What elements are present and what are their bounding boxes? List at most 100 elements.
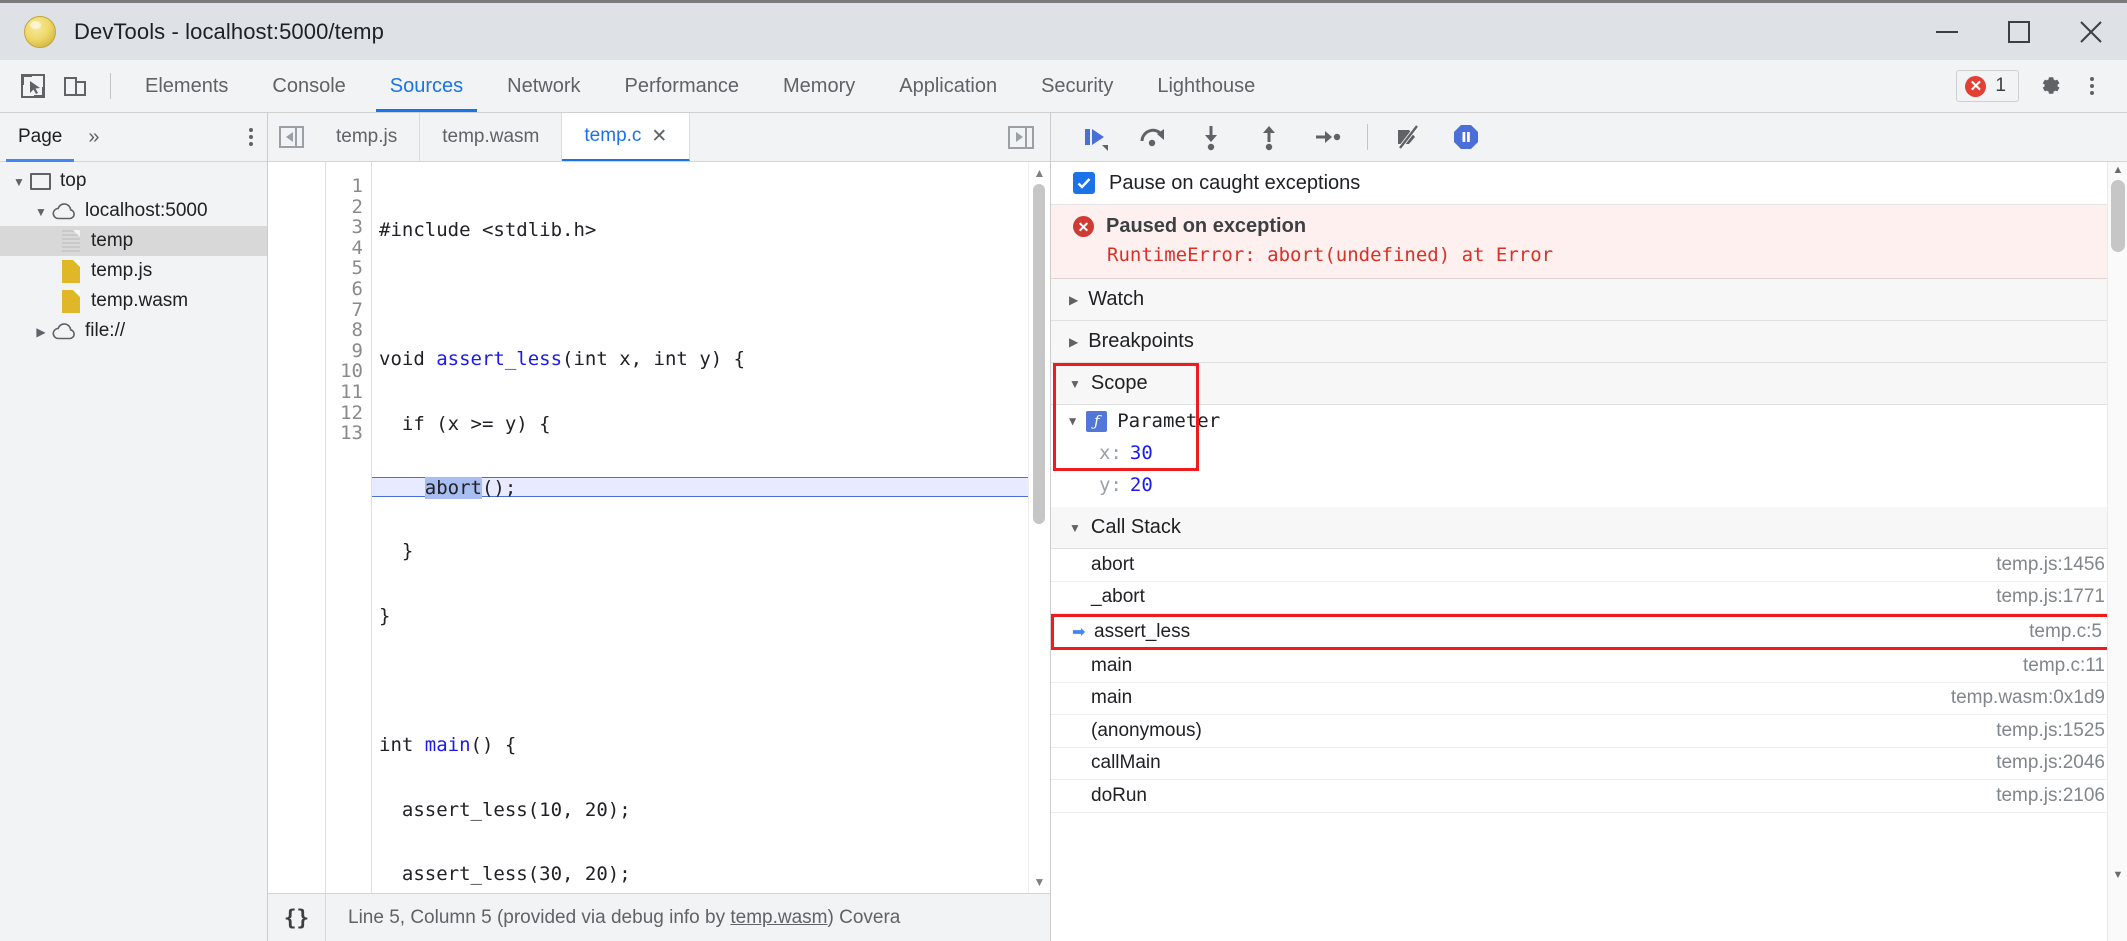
maximize-icon[interactable] <box>1983 3 2055 60</box>
chevron-down-icon[interactable]: ▼ <box>1069 378 1081 390</box>
tab-network[interactable]: Network <box>485 60 602 112</box>
section-breakpoints[interactable]: ▶ Breakpoints <box>1051 321 2127 363</box>
scrollbar-thumb[interactable] <box>1033 184 1045 524</box>
paused-on-exception-banner: ✕ Paused on exception RuntimeError: abor… <box>1051 205 2127 279</box>
section-watch[interactable]: ▶ Watch <box>1051 279 2127 321</box>
chevron-up-icon[interactable]: ▲ <box>1034 162 1046 184</box>
editor-tab-temp-wasm[interactable]: temp.wasm <box>420 113 562 161</box>
kebab-menu-icon[interactable] <box>2071 65 2113 107</box>
section-watch-header[interactable]: ▶ Watch <box>1051 279 2127 320</box>
checkbox-checked[interactable] <box>1073 172 1095 194</box>
call-stack-row[interactable]: abort temp.js:1456 <box>1051 549 2127 582</box>
line-number: 9 <box>326 341 371 362</box>
step-icon[interactable] <box>1309 119 1345 155</box>
step-out-icon[interactable] <box>1251 119 1287 155</box>
document-plain-icon <box>62 230 80 253</box>
tab-elements[interactable]: Elements <box>123 60 250 112</box>
code-line: int main() { <box>372 735 1050 756</box>
tree-item-temp[interactable]: temp <box>0 226 267 256</box>
section-label: Watch <box>1088 288 1144 311</box>
editor-scrollbar[interactable]: ▲ ▼ <box>1028 162 1050 893</box>
tab-application[interactable]: Application <box>877 60 1019 112</box>
tab-sources[interactable]: Sources <box>368 60 485 112</box>
line-number: 12 <box>326 403 371 424</box>
chevron-right-icon[interactable]: ▶ <box>30 320 52 342</box>
devtools-body: Page » ▼ top ▼ localhost:5000 <box>0 113 2127 941</box>
tab-performance[interactable]: Performance <box>603 60 762 112</box>
chevron-down-icon[interactable]: ▼ <box>1034 871 1046 893</box>
inspect-cursor-icon[interactable] <box>14 67 52 105</box>
show-navigator-icon[interactable] <box>268 113 314 161</box>
scope-variable-x[interactable]: x: 30 <box>1051 437 2127 469</box>
chevron-down-icon[interactable]: ▼ <box>1069 415 1076 427</box>
pretty-print-icon[interactable]: {} <box>268 894 326 941</box>
tab-lighthouse[interactable]: Lighthouse <box>1135 60 1277 112</box>
editor-tab-temp-js[interactable]: temp.js <box>314 113 420 161</box>
open-in-panel-icon[interactable] <box>1008 126 1034 149</box>
tree-item-file-protocol[interactable]: ▶ file:// <box>0 316 267 346</box>
section-call-stack[interactable]: ▼ Call Stack <box>1051 507 2127 549</box>
tree-item-localhost[interactable]: ▼ localhost:5000 <box>0 196 267 226</box>
window-controls <box>1911 3 2127 60</box>
section-breakpoints-header[interactable]: ▶ Breakpoints <box>1051 321 2127 362</box>
variable-value: 20 <box>1122 474 1153 496</box>
chevron-down-icon[interactable]: ▼ <box>1069 522 1081 534</box>
close-icon[interactable]: ✕ <box>651 127 667 146</box>
scope-variable-y[interactable]: y: 20 <box>1051 469 2127 501</box>
scrollbar-track[interactable] <box>1029 184 1050 871</box>
resume-icon[interactable] <box>1077 119 1113 155</box>
section-label: Breakpoints <box>1088 330 1194 353</box>
source-editor-column: temp.js temp.wasm temp.c ✕ 1 <box>268 113 1051 941</box>
debug-info-source-link[interactable]: temp.wasm <box>730 907 827 928</box>
section-label: Call Stack <box>1091 516 1181 539</box>
tab-console[interactable]: Console <box>250 60 367 112</box>
close-icon[interactable] <box>2055 3 2127 60</box>
call-stack-row[interactable]: _abort temp.js:1771 <box>1051 582 2127 615</box>
scrollbar-thumb[interactable] <box>2111 180 2125 252</box>
code-line: } <box>372 541 1050 562</box>
code-line: void assert_less(int x, int y) { <box>372 349 1050 370</box>
call-stack-row[interactable]: main temp.wasm:0x1d9 <box>1051 683 2127 716</box>
editor-tabstrip-actions <box>1008 113 1050 161</box>
section-call-stack-header[interactable]: ▼ Call Stack <box>1051 507 2127 548</box>
pause-octagon-icon[interactable] <box>1448 119 1484 155</box>
tab-memory[interactable]: Memory <box>761 60 877 112</box>
navigator-tab-page[interactable]: Page <box>0 113 80 162</box>
debugger-scrollbar[interactable]: ▲ ▼ <box>2107 162 2127 941</box>
tree-item-temp-wasm[interactable]: temp.wasm <box>0 286 267 316</box>
section-scope-header-wrap[interactable]: ▼ Scope <box>1051 363 2127 405</box>
chevron-double-right-icon[interactable]: » <box>80 113 107 162</box>
call-stack-row-current[interactable]: ➡ assert_less temp.c:5 <box>1051 614 2127 650</box>
step-into-icon[interactable] <box>1193 119 1229 155</box>
code-token-function: main <box>425 734 471 756</box>
error-count-badge[interactable]: ✕ 1 <box>1956 70 2019 102</box>
frame-location: temp.c:11 <box>2023 655 2105 677</box>
pause-on-caught-exceptions-row[interactable]: Pause on caught exceptions <box>1051 162 2127 205</box>
navigator-kebab-menu-icon[interactable] <box>249 113 253 162</box>
deactivate-breakpoints-icon[interactable] <box>1390 119 1426 155</box>
editor-tab-temp-c[interactable]: temp.c ✕ <box>562 113 690 161</box>
call-stack-row[interactable]: main temp.c:11 <box>1051 650 2127 683</box>
line-number-gutter: 1 2 3 4 5 6 7 8 9 10 11 12 13 <box>326 162 372 893</box>
chevron-down-icon[interactable]: ▼ <box>8 170 30 192</box>
chevron-down-icon[interactable]: ▼ <box>30 200 52 222</box>
code-token: assert_less(10, 20); <box>379 799 631 821</box>
chevron-down-icon[interactable]: ▼ <box>2108 869 2127 881</box>
call-stack-row[interactable]: (anonymous) temp.js:1525 <box>1051 715 2127 748</box>
tree-item-top[interactable]: ▼ top <box>0 166 267 196</box>
chevron-right-icon[interactable]: ▶ <box>1069 336 1078 348</box>
device-toolbar-icon[interactable] <box>56 67 94 105</box>
scope-group-parameter[interactable]: ▼ ƒ Parameter <box>1051 405 2127 437</box>
minimize-icon[interactable] <box>1911 3 1983 60</box>
code-text[interactable]: #include <stdlib.h> void assert_less(int… <box>372 162 1050 893</box>
call-stack-row[interactable]: doRun temp.js:2106 <box>1051 780 2127 813</box>
tree-item-temp-js[interactable]: temp.js <box>0 256 267 286</box>
step-over-icon[interactable] <box>1135 119 1171 155</box>
code-scroll-region[interactable]: 1 2 3 4 5 6 7 8 9 10 11 12 13 <box>326 162 1050 893</box>
chevron-up-icon[interactable]: ▲ <box>2108 164 2127 176</box>
gear-icon[interactable] <box>2029 65 2071 107</box>
call-stack-row[interactable]: callMain temp.js:2046 <box>1051 748 2127 781</box>
section-scope-header[interactable]: ▼ Scope <box>1051 363 2127 404</box>
tab-security[interactable]: Security <box>1019 60 1135 112</box>
chevron-right-icon[interactable]: ▶ <box>1069 294 1078 306</box>
